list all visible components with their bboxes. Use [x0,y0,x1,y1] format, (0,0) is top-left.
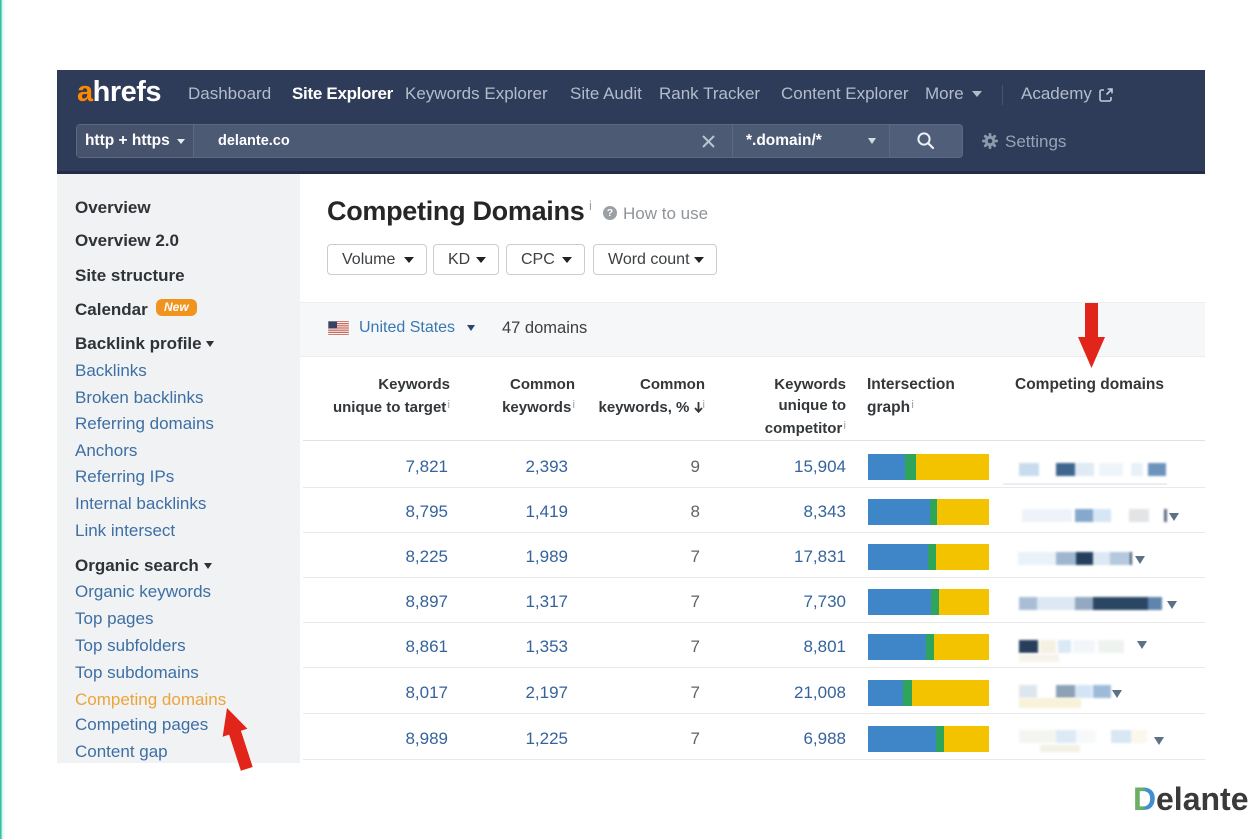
svg-text:D: D [1133,781,1156,817]
svg-text:elante: elante [1156,781,1248,817]
